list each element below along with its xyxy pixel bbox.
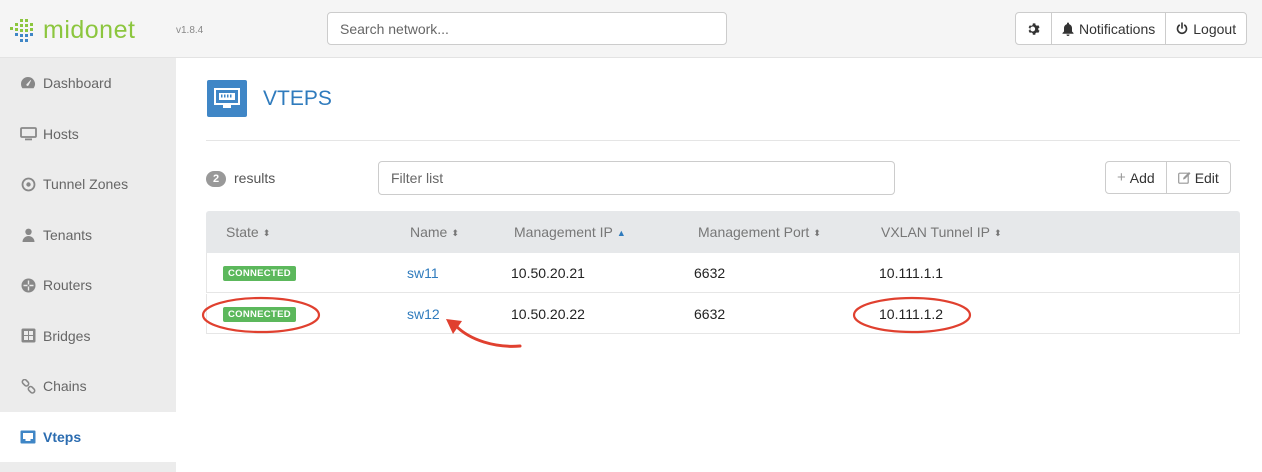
sidebar-item-label: Dashboard xyxy=(43,75,112,92)
sidebar-item-tunnel-zones[interactable]: Tunnel Zones xyxy=(0,159,176,210)
sidebar-item-routers[interactable]: Routers xyxy=(0,260,176,311)
power-icon xyxy=(1177,22,1188,35)
vxlan-tunnel-ip: 10.111.1.2 xyxy=(879,306,944,322)
monitor-icon xyxy=(19,125,37,143)
divider xyxy=(206,140,1240,141)
page-title: VTEPS xyxy=(263,87,332,110)
logo-text: midonet xyxy=(43,15,136,44)
sort-icon: ⬍ xyxy=(262,228,271,238)
sidebar-item-chains[interactable]: Chains xyxy=(0,361,176,412)
filter-input[interactable] xyxy=(378,161,895,195)
vtep-page-icon xyxy=(207,80,247,117)
vtep-name-link[interactable]: sw11 xyxy=(407,265,439,281)
column-header-management-ip[interactable]: Management IP ▲ xyxy=(514,224,626,240)
logout-button[interactable]: Logout xyxy=(1165,12,1248,45)
status-badge: CONNECTED xyxy=(223,307,296,322)
bell-icon xyxy=(1062,22,1074,36)
vtep-icon xyxy=(19,428,37,446)
sidebar-item-label: Tenants xyxy=(43,226,93,243)
column-header-vxlan-tunnel-ip[interactable]: VXLAN Tunnel IP ⬍ xyxy=(881,224,1002,240)
management-ip: 10.50.20.22 xyxy=(511,306,585,322)
top-button-group: Notifications Logout xyxy=(1015,12,1248,45)
vxlan-tunnel-ip: 10.111.1.1 xyxy=(879,265,944,281)
plus-icon: + xyxy=(1117,169,1126,186)
edit-button[interactable]: Edit xyxy=(1165,161,1231,194)
management-port: 6632 xyxy=(694,306,726,322)
edit-label: Edit xyxy=(1194,169,1219,186)
sidebar-item-hosts[interactable]: Hosts xyxy=(0,109,176,160)
sidebar-item-label: Tunnel Zones xyxy=(43,176,129,193)
edit-icon xyxy=(1177,172,1191,184)
sort-icon: ⬍ xyxy=(813,228,821,238)
sidebar-item-tenants[interactable]: Tenants xyxy=(0,210,176,261)
action-buttons: + Add Edit xyxy=(1105,161,1231,194)
sort-icon: ⬍ xyxy=(451,228,459,238)
add-label: Add xyxy=(1129,169,1155,186)
sort-ascending-icon: ▲ xyxy=(616,228,626,238)
table-row[interactable]: CONNECTED sw11 10.50.20.21 6632 10.111.1… xyxy=(206,253,1240,293)
vtep-name-link[interactable]: sw12 xyxy=(407,306,440,322)
midonet-logo-icon xyxy=(10,19,33,42)
search-input[interactable] xyxy=(327,12,727,45)
gear-icon xyxy=(1028,22,1040,35)
column-header-management-port[interactable]: Management Port ⬍ xyxy=(698,224,821,240)
sidebar-item-bridges[interactable]: Bridges xyxy=(0,311,176,362)
sort-icon: ⬍ xyxy=(993,228,1002,238)
management-port: 6632 xyxy=(694,265,726,281)
column-header-state[interactable]: State ⬍ xyxy=(226,224,270,240)
add-button[interactable]: + Add xyxy=(1105,161,1167,194)
notifications-label: Notifications xyxy=(1079,20,1156,37)
sidebar-item-dashboard[interactable]: Dashboard xyxy=(0,58,176,109)
sidebar-item-label: Bridges xyxy=(43,327,91,344)
sidebar-item-vteps[interactable]: Vteps xyxy=(0,411,176,462)
logout-label: Logout xyxy=(1193,20,1237,37)
sidebar-item-label: Hosts xyxy=(43,125,79,142)
sidebar-item-label: Routers xyxy=(43,277,93,294)
management-ip: 10.50.20.21 xyxy=(511,265,585,281)
version-label: v1.8.4 xyxy=(176,25,204,36)
logo[interactable]: midonet xyxy=(8,13,135,47)
target-icon xyxy=(19,175,37,193)
dashboard-icon xyxy=(19,74,37,92)
sidebar: Dashboard Hosts Tunnel Zones Tenants Rou… xyxy=(0,58,176,472)
top-bar: midonet v1.8.4 Notifications Logout xyxy=(0,0,1262,58)
result-count-badge: 2 xyxy=(206,171,226,187)
notifications-button[interactable]: Notifications xyxy=(1051,12,1167,45)
chain-icon xyxy=(19,377,37,395)
user-icon xyxy=(19,226,37,244)
table-row[interactable]: CONNECTED sw12 10.50.20.22 6632 10.111.1… xyxy=(206,294,1240,334)
sidebar-item-label: Chains xyxy=(43,378,87,395)
sidebar-item-label: Vteps xyxy=(43,428,82,445)
table-header: State ⬍ Name ⬍ Management IP ▲ Management P… xyxy=(206,211,1240,253)
bridge-icon xyxy=(19,327,37,345)
result-count-label: results xyxy=(234,170,276,186)
settings-button[interactable] xyxy=(1015,12,1052,45)
router-icon xyxy=(19,276,37,294)
column-header-name[interactable]: Name ⬍ xyxy=(410,224,459,240)
status-badge: CONNECTED xyxy=(223,266,296,281)
